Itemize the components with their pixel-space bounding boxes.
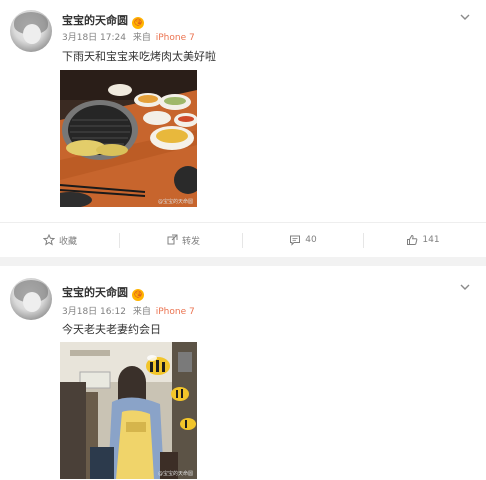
source-device[interactable]: iPhone 7 xyxy=(156,33,195,43)
post-actions-bar: 收藏 转发 40 141 xyxy=(0,222,486,257)
image-watermark: @宝宝的天命圆 xyxy=(157,199,193,205)
weibo-feed: 宝宝的天命圆 😘 3月18日 17:24 来自 iPhone 7 下雨天和宝宝来吃… xyxy=(0,0,486,480)
comment-button[interactable]: 40 xyxy=(243,223,363,257)
feed-separator xyxy=(0,257,486,266)
author-name-text[interactable]: 宝宝的天命圆 xyxy=(62,14,128,27)
like-count: 141 xyxy=(422,235,440,245)
comment-icon xyxy=(290,235,301,246)
post-meta: 3月18日 17:24 来自 iPhone 7 xyxy=(62,30,195,43)
divider xyxy=(119,233,120,248)
author-name[interactable]: 宝宝的天命圆 😘 xyxy=(62,12,144,29)
comment-count: 40 xyxy=(305,235,317,245)
repost-button[interactable]: 转发 xyxy=(123,223,243,257)
source-prefix: 来自 xyxy=(132,307,151,317)
post-time[interactable]: 3月18日 16:12 xyxy=(62,307,126,317)
feed-post: 宝宝的天命圆 😘 3月18日 17:24 来自 iPhone 7 下雨天和宝宝来吃… xyxy=(0,0,486,257)
author-name-text[interactable]: 宝宝的天命圆 xyxy=(62,286,128,299)
image-watermark: @宝宝的天命圆 xyxy=(157,471,193,477)
repost-label: 转发 xyxy=(181,236,200,247)
avatar[interactable] xyxy=(10,10,52,52)
post-image-couple[interactable]: @宝宝的天命圆 xyxy=(60,342,197,479)
favorite-button[interactable]: 收藏 xyxy=(0,223,120,257)
post-meta: 3月18日 16:12 来自 iPhone 7 xyxy=(62,304,195,317)
author-name[interactable]: 宝宝的天命圆 😘 xyxy=(62,284,144,301)
post-text: 今天老夫老妻约会日 xyxy=(62,323,161,336)
post-image-bbq[interactable]: @宝宝的天命圆 xyxy=(60,70,197,207)
like-button[interactable]: 141 xyxy=(363,223,483,257)
source-prefix: 来自 xyxy=(132,33,151,43)
favorite-label: 收藏 xyxy=(58,236,77,247)
source-device[interactable]: iPhone 7 xyxy=(156,307,195,317)
feed-post: 宝宝的天命圆 😘 3月18日 16:12 来自 iPhone 7 今天老夫老妻约会… xyxy=(0,266,486,480)
star-icon xyxy=(42,234,55,246)
post-text: 下雨天和宝宝来吃烤肉太美好啦 xyxy=(62,50,216,63)
chevron-down-icon[interactable] xyxy=(460,277,470,290)
post-time[interactable]: 3月18日 17:24 xyxy=(62,33,126,43)
thumbs-up-icon xyxy=(407,234,418,245)
chevron-down-icon[interactable] xyxy=(460,7,470,20)
emoji-badge-icon: 😘 xyxy=(132,17,144,29)
repost-icon xyxy=(167,234,178,245)
avatar[interactable] xyxy=(10,278,52,320)
emoji-badge-icon: 😘 xyxy=(132,289,144,301)
